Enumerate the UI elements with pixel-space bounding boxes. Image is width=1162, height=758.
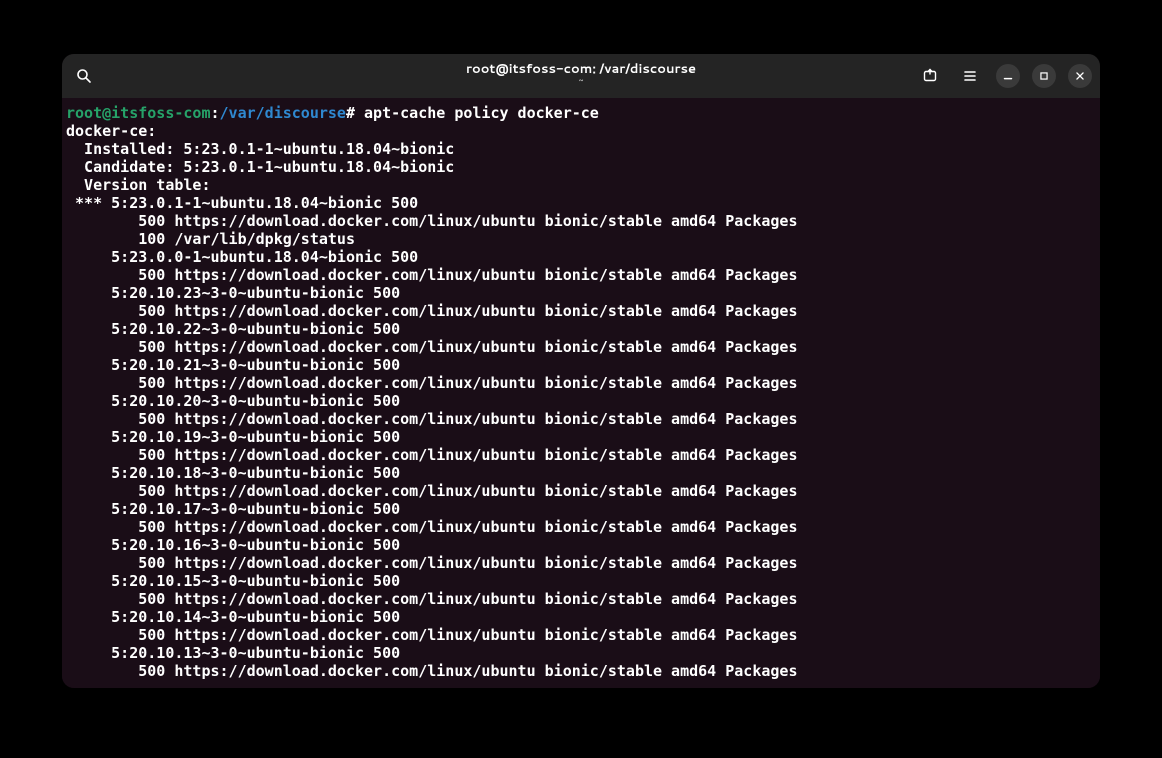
new-tab-button[interactable] [916,62,944,90]
output-repo-line: 500 https://download.docker.com/linux/ub… [66,410,1096,428]
new-tab-icon [922,68,938,84]
hamburger-icon [962,68,978,84]
output-repo-line: 500 https://download.docker.com/linux/ub… [66,212,1096,230]
output-current-version: *** 5:23.0.1-1~ubuntu.18.04~bionic 500 [66,194,1096,212]
output-repo-line: 500 https://download.docker.com/linux/ub… [66,302,1096,320]
close-button[interactable] [1068,64,1092,88]
output-repo-line: 500 https://download.docker.com/linux/ub… [66,590,1096,608]
maximize-icon [1037,69,1051,83]
output-version-list: 5:23.0.0-1~ubuntu.18.04~bionic 500 500 h… [66,248,1096,680]
output-repo-line: 500 https://download.docker.com/linux/ub… [66,266,1096,284]
output-repo-line: 500 https://download.docker.com/linux/ub… [66,518,1096,536]
prompt-line: root@itsfoss-com:/var/discourse# apt-cac… [66,104,1096,122]
prompt-user-host: root@itsfoss-com [66,104,211,122]
output-installed: Installed: 5:23.0.1-1~ubuntu.18.04~bioni… [66,140,1096,158]
output-version-entry: 5:20.10.18~3-0~ubuntu-bionic 500 [66,464,1096,482]
output-version-entry: 5:20.10.16~3-0~ubuntu-bionic 500 [66,536,1096,554]
terminal-body[interactable]: root@itsfoss-com:/var/discourse# apt-cac… [62,98,1100,688]
output-repo-line: 500 https://download.docker.com/linux/ub… [66,626,1096,644]
output-version-entry: 5:20.10.20~3-0~ubuntu-bionic 500 [66,392,1096,410]
output-version-entry: 5:20.10.19~3-0~ubuntu-bionic 500 [66,428,1096,446]
output-status-line: 100 /var/lib/dpkg/status [66,230,1096,248]
output-repo-line: 500 https://download.docker.com/linux/ub… [66,446,1096,464]
menu-button[interactable] [956,62,984,90]
output-version-entry: 5:20.10.22~3-0~ubuntu-bionic 500 [66,320,1096,338]
titlebar: root@itsfoss-com: /var/discourse ~ [62,54,1100,98]
search-button[interactable] [70,62,98,90]
prompt-path: /var/discourse [220,104,346,122]
output-version-entry: 5:20.10.23~3-0~ubuntu-bionic 500 [66,284,1096,302]
close-icon [1073,69,1087,83]
output-version-entry: 5:20.10.14~3-0~ubuntu-bionic 500 [66,608,1096,626]
search-icon [76,68,92,84]
output-repo-line: 500 https://download.docker.com/linux/ub… [66,554,1096,572]
output-repo-line: 500 https://download.docker.com/linux/ub… [66,374,1096,392]
output-repo-line: 500 https://download.docker.com/linux/ub… [66,662,1096,680]
output-repo-line: 500 https://download.docker.com/linux/ub… [66,338,1096,356]
command-text: apt-cache policy docker-ce [355,104,599,122]
output-version-entry: 5:20.10.15~3-0~ubuntu-bionic 500 [66,572,1096,590]
minimize-icon [1001,69,1015,83]
prompt-hash: # [346,104,355,122]
prompt-colon: : [211,104,220,122]
output-version-table: Version table: [66,176,1096,194]
output-package: docker-ce: [66,122,1096,140]
terminal-window: root@itsfoss-com: /var/discourse ~ [62,54,1100,688]
output-candidate: Candidate: 5:23.0.1-1~ubuntu.18.04~bioni… [66,158,1096,176]
output-version-entry: 5:20.10.21~3-0~ubuntu-bionic 500 [66,356,1096,374]
maximize-button[interactable] [1032,64,1056,88]
output-version-entry: 5:20.10.17~3-0~ubuntu-bionic 500 [66,500,1096,518]
minimize-button[interactable] [996,64,1020,88]
output-version-entry: 5:23.0.0-1~ubuntu.18.04~bionic 500 [66,248,1096,266]
output-repo-line: 500 https://download.docker.com/linux/ub… [66,482,1096,500]
output-version-entry: 5:20.10.13~3-0~ubuntu-bionic 500 [66,644,1096,662]
